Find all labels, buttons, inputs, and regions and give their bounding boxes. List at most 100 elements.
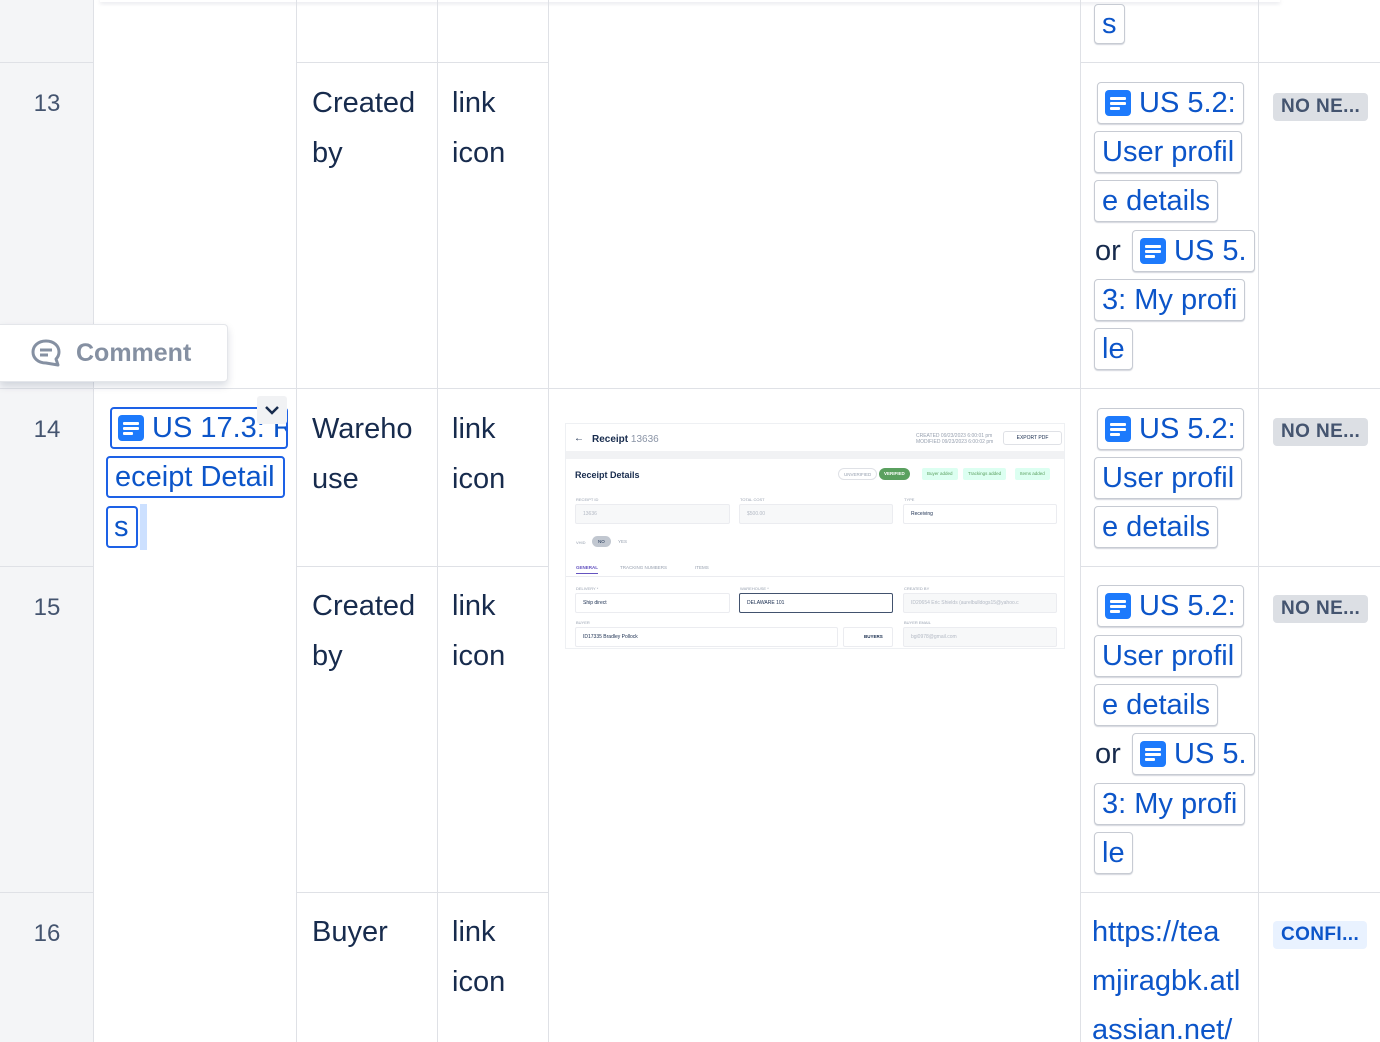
row-number: 13 (33, 90, 61, 117)
status-lozenge[interactable]: NO NE... (1273, 595, 1369, 623)
column-divider (437, 0, 438, 1042)
page-link-chip[interactable]: US 5. (1132, 230, 1255, 272)
tag-pill: Trackings added (963, 468, 1007, 480)
screenshot-tab: TRACKING NUMBERS (620, 565, 668, 570)
row-divider (296, 62, 549, 63)
page-link-chip[interactable]: User profil (1094, 131, 1243, 173)
page-link-chip[interactable]: US 5.2: (1097, 82, 1244, 124)
page-link-chip[interactable]: 3: My profi (1094, 783, 1246, 825)
field-name-cell[interactable]: Created by (312, 581, 422, 681)
page-link-chip[interactable]: User profil (1094, 635, 1243, 677)
url-link[interactable]: https://tea mjiragbk.atl assian.net/ (1092, 908, 1240, 1042)
screenshot-field: 13636 (575, 504, 730, 524)
comment-button[interactable]: Comment (0, 324, 228, 382)
row-divider (0, 388, 1380, 389)
tab-divider (566, 576, 1064, 577)
story-link-text: eceipt Detail (115, 460, 275, 493)
page-link-text: User profil (1102, 135, 1235, 168)
column-divider (1258, 0, 1259, 1042)
field-label: TYPE (904, 497, 915, 502)
row-divider (0, 892, 94, 893)
ui-type-cell[interactable]: link icon (452, 404, 532, 504)
text-cursor-selection (140, 504, 147, 550)
story-link-chip[interactable]: eceipt Detail (106, 456, 285, 498)
screenshot-tab: GENERAL (576, 565, 599, 574)
buyers-button: BUYERS (843, 627, 893, 647)
field-label: RECEIPT ID (576, 497, 599, 502)
page-link-text: US 5. (1174, 737, 1247, 770)
status-lozenge[interactable]: NO NE... (1273, 93, 1369, 121)
receipt-screenshot-image[interactable]: ← Receipt 13636 CREATED 09/23/2023 6:00:… (565, 423, 1065, 649)
row-number: 16 (33, 920, 61, 947)
row-number: 14 (33, 416, 61, 443)
screenshot-tab: ITEMS (695, 565, 709, 570)
page-link-chip[interactable]: 3: My profi (1094, 279, 1246, 321)
toggle-yes: YES (618, 539, 628, 544)
page-link-chip[interactable]: e details (1094, 684, 1219, 726)
field-label: TOTAL COST (740, 497, 765, 502)
document-icon (1140, 238, 1166, 264)
screenshot-meta: CREATED 09/23/2023 6:00:01 pm MODIFIED 0… (916, 433, 994, 445)
page-link-text: US 5. (1174, 234, 1247, 267)
page-link-chip[interactable]: e details (1094, 506, 1219, 548)
sticky-header-shadow (100, 0, 1280, 2)
page-link-text: US 5.2: (1139, 589, 1236, 622)
screenshot-field: bgi0978@gmail.com (903, 627, 1057, 647)
story-link-text: s (114, 510, 129, 543)
field-label: BUYER EMAIL (904, 620, 931, 625)
ui-type-cell[interactable]: link icon (452, 78, 532, 178)
column-divider (93, 0, 94, 1042)
page-link-chip[interactable]: le (1094, 832, 1133, 874)
page-link-text: e details (1102, 184, 1211, 217)
row-number: 15 (33, 594, 61, 621)
or-text: or (1095, 235, 1121, 267)
field-label: VHID (576, 540, 586, 545)
row-divider (1080, 566, 1380, 567)
field-name-cell[interactable]: Created by (312, 78, 422, 178)
page-link-chip[interactable]: e details (1094, 180, 1219, 222)
document-icon (1105, 593, 1131, 619)
screenshot-field: ID20654 Eric Shields (aurelbulldogs15@ya… (903, 593, 1057, 613)
page-link-text: US 5.2: (1139, 86, 1236, 119)
document-icon (1140, 741, 1166, 767)
row-divider (1080, 62, 1380, 63)
field-label: WAREHOUSE * (740, 586, 769, 591)
page-link-chip[interactable]: US 5. (1132, 733, 1255, 775)
story-link-chip[interactable]: s (1094, 4, 1125, 44)
screenshot-card: Receipt Details UNVERIFIED VERIFIED Buye… (566, 459, 1064, 648)
page-link-chip[interactable]: le (1094, 328, 1133, 370)
back-arrow-icon: ← (574, 433, 584, 444)
page-link-text: e details (1102, 688, 1211, 721)
story-link-chip[interactable]: s (106, 506, 138, 548)
field-name-cell[interactable]: Buyer (312, 907, 422, 957)
document-icon (118, 415, 144, 441)
ui-type-cell[interactable]: link icon (452, 907, 532, 1007)
screenshot-title: Receipt 13636 (592, 434, 659, 445)
field-label: CREATED BY (904, 586, 930, 591)
screenshot-field: DELAWARE 101 (739, 593, 893, 613)
row-divider (0, 62, 94, 63)
column-divider (1080, 0, 1081, 1042)
page-link-text: 3: My profi (1102, 787, 1238, 820)
or-text: or (1095, 738, 1121, 770)
unverified-pill: UNVERIFIED (838, 468, 878, 480)
field-label: DELIVERY * (576, 586, 599, 591)
row-divider (0, 566, 94, 567)
page-link-chip[interactable]: US 5.2: (1097, 585, 1244, 627)
screenshot-band (566, 451, 1064, 459)
status-lozenge[interactable]: CONFI... (1273, 921, 1368, 949)
page-link-chip[interactable]: User profil (1094, 457, 1243, 499)
story-link-text: s (1102, 7, 1117, 40)
page-link-text: e details (1102, 510, 1211, 543)
field-name-cell[interactable]: Wareho use (312, 404, 422, 504)
chevron-down-icon[interactable] (257, 396, 287, 424)
screenshot-field: Ship direct (575, 593, 730, 613)
export-pdf-button: EXPORT PDF (1003, 431, 1062, 445)
page-link-chip[interactable]: US 5.2: (1097, 408, 1244, 450)
row-divider (296, 566, 549, 567)
ui-type-cell[interactable]: link icon (452, 581, 532, 681)
status-lozenge[interactable]: NO NE... (1273, 418, 1369, 446)
row-divider (296, 892, 549, 893)
page-link-text: 3: My profi (1102, 283, 1238, 316)
page-link-text: le (1102, 332, 1125, 365)
